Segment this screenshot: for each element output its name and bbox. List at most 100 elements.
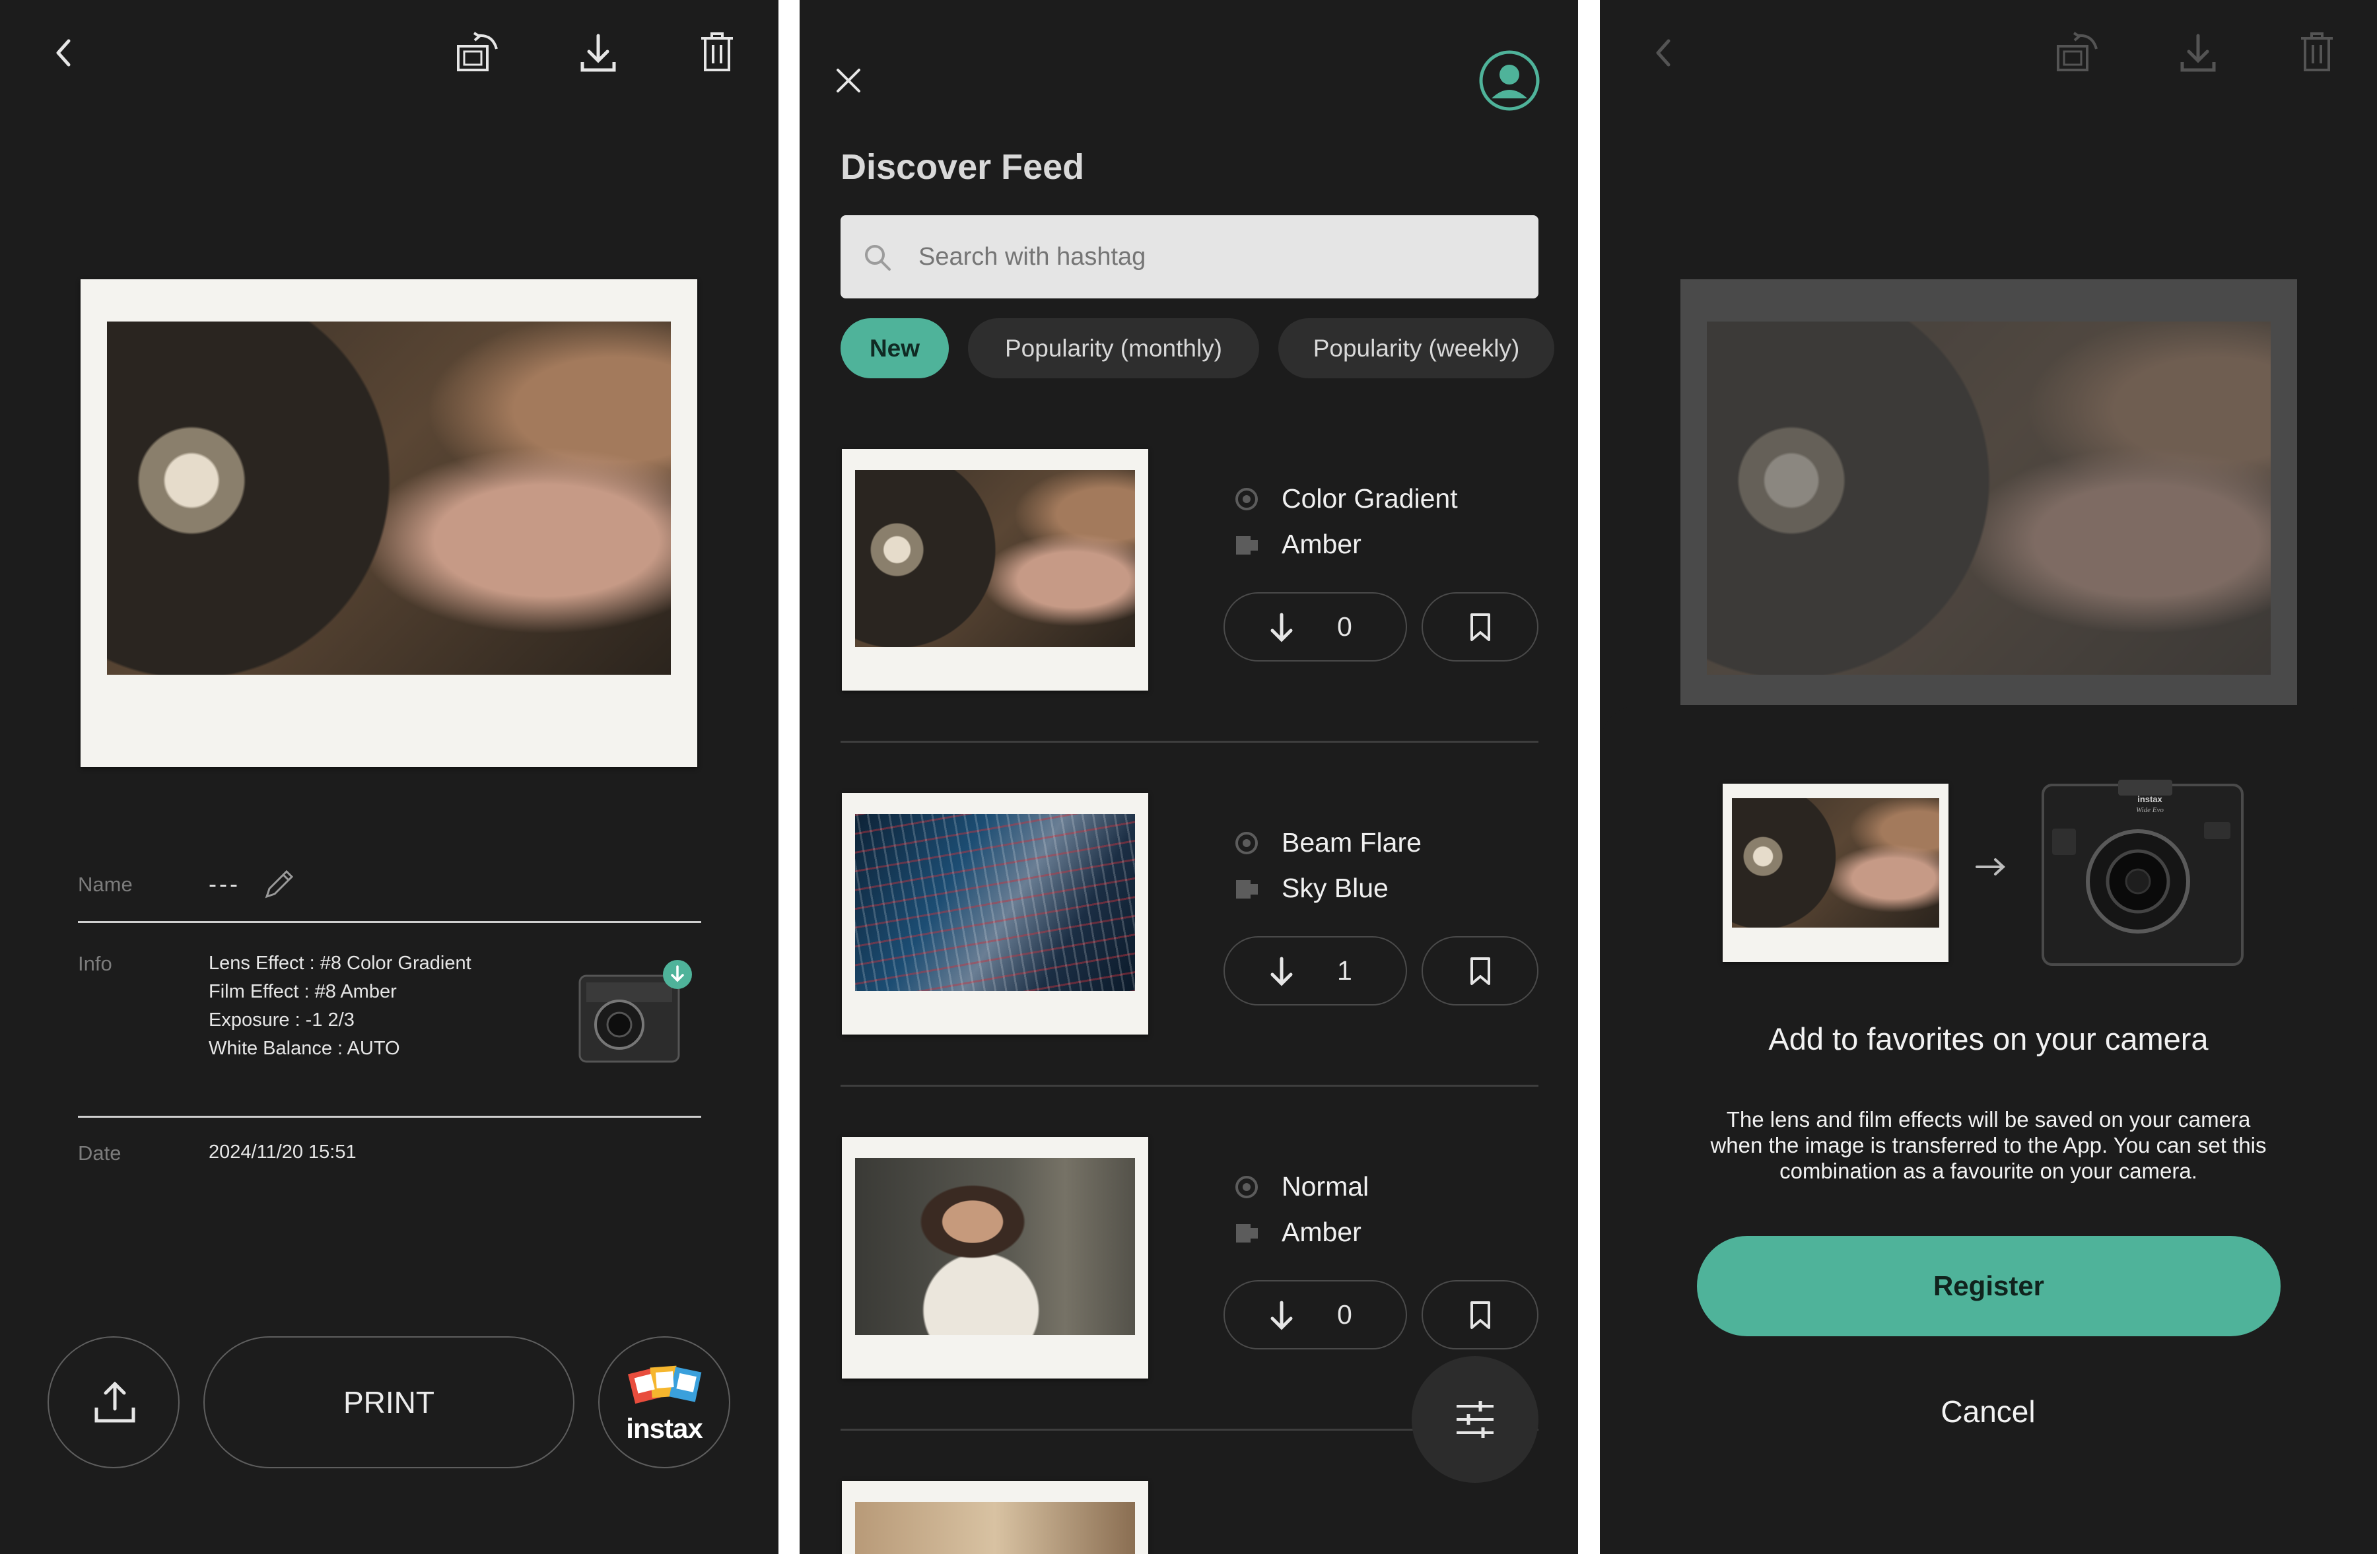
- download-icon: [2178, 32, 2218, 75]
- camera-thumbnail[interactable]: [573, 959, 697, 1072]
- lens-effect-row: Normal: [1234, 1171, 1369, 1202]
- dimmed-print-frame: [1680, 279, 2297, 715]
- feed-photo: [855, 1502, 1135, 1554]
- turntable-photo: [1707, 322, 2271, 675]
- bookmark-button[interactable]: [1422, 1280, 1538, 1349]
- description-line: The lens and film effects will be saved …: [1726, 1107, 2251, 1132]
- film-effect-info: Film Effect : #8 Amber: [209, 981, 397, 1002]
- download-arrow-icon: [1270, 957, 1293, 986]
- discover-feed-screen: Discover Feed New Popularity (monthly) P…: [800, 0, 1578, 1554]
- sheet-title: Add to favorites on your camera: [1768, 1021, 2209, 1056]
- download-arrow-icon: [1270, 613, 1293, 642]
- divider: [78, 921, 701, 923]
- info-label: Info: [78, 952, 112, 975]
- download-count-button[interactable]: 0: [1223, 592, 1407, 662]
- download-count-button[interactable]: 1: [1223, 936, 1407, 1006]
- turntable-photo: [855, 470, 1135, 647]
- name-label: Name: [78, 873, 133, 896]
- feed-photo-frame[interactable]: [842, 1481, 1148, 1554]
- profile-icon[interactable]: [1478, 50, 1540, 112]
- photo-detail-screen: Name --- Info Lens Effect : #8 Color Gra…: [0, 0, 778, 1554]
- download-count: 0: [1337, 1299, 1352, 1330]
- bookmark-button[interactable]: [1422, 592, 1538, 662]
- sheet-photo-frame: [1723, 784, 1948, 962]
- print-button[interactable]: PRINT: [203, 1336, 574, 1468]
- bookmark-button[interactable]: [1422, 936, 1538, 1006]
- film-effect-row: Amber: [1234, 1217, 1361, 1248]
- bookmark-icon: [1470, 1301, 1490, 1329]
- register-favorite-screen: instax Wide Evo Add to favorites on your…: [1600, 0, 2377, 1554]
- feed-photo-frame[interactable]: [842, 1137, 1148, 1379]
- lens-effect-row: Beam Flare: [1234, 827, 1422, 858]
- bookmark-icon: [1470, 957, 1490, 985]
- rotate-frame-icon[interactable]: [456, 32, 500, 75]
- feed-photo-frame[interactable]: [842, 793, 1148, 1035]
- search-bar[interactable]: [841, 215, 1538, 298]
- instax-app-button[interactable]: instax: [598, 1336, 730, 1468]
- date-label: Date: [78, 1142, 121, 1165]
- search-icon: [865, 245, 891, 271]
- close-icon[interactable]: [834, 66, 863, 95]
- name-value: ---: [209, 870, 240, 897]
- instax-print-frame: [81, 279, 697, 767]
- sliders-icon: [1457, 1401, 1494, 1438]
- date-value: 2024/11/20 15:51: [209, 1142, 357, 1163]
- lens-effect-name: Beam Flare: [1282, 827, 1422, 858]
- turntable-photo: [1732, 798, 1939, 928]
- filter-settings-button[interactable]: [1412, 1356, 1538, 1483]
- camera-model-script: Wide Evo: [2136, 806, 2164, 814]
- bookmark-icon: [1470, 613, 1490, 641]
- white-balance-info: White Balance : AUTO: [209, 1038, 400, 1059]
- feed-item[interactable]: Beam Flare Sky Blue 1: [800, 786, 1578, 1130]
- lens-effect-name: Normal: [1282, 1171, 1369, 1202]
- lens-effect-info: Lens Effect : #8 Color Gradient: [209, 953, 471, 974]
- download-icon[interactable]: [578, 32, 618, 75]
- share-button[interactable]: [48, 1336, 180, 1468]
- feed-photo-frame[interactable]: [842, 449, 1148, 691]
- film-effect-row: Amber: [1234, 529, 1361, 560]
- turntable-photo: [107, 322, 671, 675]
- filter-new[interactable]: New: [841, 318, 949, 378]
- portrait-photo: [855, 1158, 1135, 1335]
- register-button[interactable]: Register: [1697, 1236, 2281, 1336]
- description-line: combination as a favourite on your camer…: [1779, 1159, 2197, 1183]
- camera-image: instax Wide Evo: [2039, 776, 2246, 969]
- divider: [841, 1085, 1538, 1087]
- cancel-button[interactable]: Cancel: [1856, 1385, 2120, 1438]
- edit-name-icon[interactable]: [261, 866, 297, 902]
- film-icon: [1236, 879, 1258, 899]
- lens-effect-row: Color Gradient: [1234, 483, 1458, 514]
- building-photo: [855, 814, 1135, 991]
- back-icon[interactable]: [48, 33, 78, 73]
- exposure-info: Exposure : -1 2/3: [209, 1009, 355, 1031]
- filter-popularity-weekly[interactable]: Popularity (weekly): [1278, 318, 1554, 378]
- sheet-description: The lens and film effects will be saved …: [1626, 1107, 2351, 1184]
- film-icon: [1236, 535, 1258, 555]
- download-count: 1: [1337, 955, 1352, 986]
- rotate-frame-icon: [2055, 32, 2100, 75]
- description-line: when the image is transferred to the App…: [1710, 1133, 2267, 1157]
- lens-icon: [1235, 1175, 1258, 1198]
- lens-icon: [1235, 487, 1258, 510]
- film-effect-name: Sky Blue: [1282, 873, 1389, 903]
- film-effect-row: Sky Blue: [1234, 873, 1389, 904]
- divider: [841, 741, 1538, 743]
- feed-item[interactable]: Color Gradient Amber 0: [800, 442, 1578, 786]
- trash-icon: [2298, 30, 2335, 74]
- lens-icon: [1235, 831, 1258, 854]
- filter-popularity-monthly[interactable]: Popularity (monthly): [968, 318, 1259, 378]
- arrow-right-icon: [1974, 857, 2007, 877]
- download-count-button[interactable]: 0: [1223, 1280, 1407, 1349]
- share-icon: [94, 1381, 135, 1423]
- bottom-sheet: instax Wide Evo Add to favorites on your…: [1600, 705, 2377, 1554]
- trash-icon[interactable]: [699, 30, 736, 74]
- search-input[interactable]: [918, 234, 1513, 280]
- info-list: Lens Effect : #8 Color Gradient Film Eff…: [209, 949, 578, 1063]
- divider: [78, 1116, 701, 1118]
- page-title: Discover Feed: [841, 147, 1085, 187]
- film-icon: [1236, 1223, 1258, 1243]
- instax-label: instax: [626, 1413, 703, 1444]
- instax-logo-icon: [628, 1365, 702, 1404]
- film-effect-name: Amber: [1282, 1217, 1361, 1247]
- film-effect-name: Amber: [1282, 529, 1361, 559]
